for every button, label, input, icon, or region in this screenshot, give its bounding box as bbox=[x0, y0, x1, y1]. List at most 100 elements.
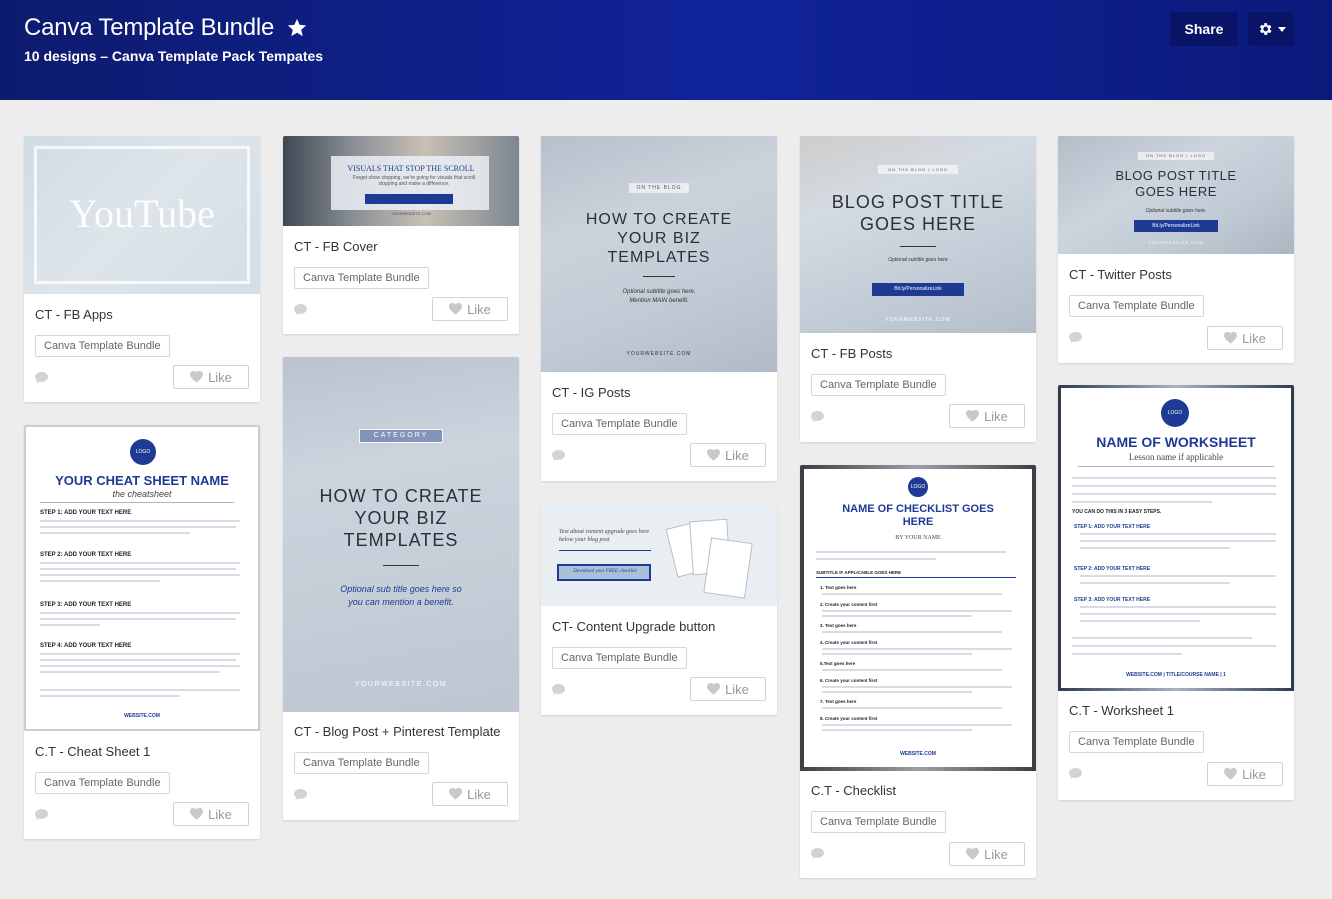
heart-icon bbox=[1224, 768, 1238, 780]
thumbnail-heading: HOW TO CREATE YOUR BIZ TEMPLATES bbox=[319, 486, 483, 550]
like-button[interactable]: Like bbox=[949, 842, 1025, 866]
tag-chip[interactable]: Canva Template Bundle bbox=[811, 374, 946, 396]
design-card-fb-apps[interactable]: YouTube CT - FB Apps Canva Template Bund… bbox=[24, 136, 260, 402]
comment-icon[interactable] bbox=[294, 789, 307, 800]
comment-icon[interactable] bbox=[294, 304, 307, 315]
section-rule bbox=[816, 577, 1016, 578]
text-line bbox=[559, 550, 651, 551]
like-label: Like bbox=[984, 408, 1008, 424]
like-button[interactable]: Like bbox=[949, 404, 1025, 428]
like-label: Like bbox=[1242, 766, 1266, 782]
thumbnail-heading: BLOG POST TITLE GOES HERE bbox=[1115, 168, 1237, 199]
comment-icon[interactable] bbox=[1069, 332, 1082, 343]
heart-icon bbox=[966, 848, 980, 860]
comment-icon[interactable] bbox=[1069, 768, 1082, 779]
checklist-item: 4. Create your content first bbox=[820, 640, 878, 645]
star-icon[interactable] bbox=[286, 17, 308, 39]
text-line bbox=[816, 558, 936, 560]
thumbnail-heading: VISUALS THAT STOP THE SCROLL bbox=[347, 164, 475, 173]
like-button[interactable]: Like bbox=[1207, 762, 1283, 786]
tag-chip[interactable]: Canva Template Bundle bbox=[35, 772, 170, 794]
comment-icon[interactable] bbox=[35, 372, 48, 383]
design-card-content-upgrade[interactable]: Text about content upgrade goes here bel… bbox=[541, 504, 777, 715]
thumbnail-site: WEBSITE.COM | TITLE/COURSE NAME | 1 bbox=[1126, 672, 1226, 678]
thumbnail-divider bbox=[1078, 466, 1274, 467]
thumbnail-subheading: Optional subtitle goes here bbox=[888, 257, 948, 263]
tag-chip[interactable]: Canva Template Bundle bbox=[552, 647, 687, 669]
design-card-fb-posts[interactable]: ON THE BLOG | LOGO BLOG POST TITLE GOES … bbox=[800, 136, 1036, 442]
design-card-cheat-sheet[interactable]: LOGO YOUR CHEAT SHEET NAME the cheatshee… bbox=[24, 425, 260, 839]
comment-icon[interactable] bbox=[811, 411, 824, 422]
thumbnail-link: YOURWEBSITE.COM bbox=[391, 211, 431, 216]
thumbnail[interactable]: LOGO NAME OF CHECKLIST GOES HERE BY YOUR… bbox=[800, 465, 1036, 771]
like-button[interactable]: Like bbox=[173, 802, 249, 826]
card-title[interactable]: CT - IG Posts bbox=[552, 385, 631, 400]
design-card-worksheet[interactable]: LOGO NAME OF WORKSHEET Lesson name if ap… bbox=[1058, 385, 1294, 800]
like-button[interactable]: Like bbox=[432, 782, 508, 806]
checklist-item: 7. Text goes here bbox=[820, 699, 857, 704]
tag-chip[interactable]: Canva Template Bundle bbox=[1069, 295, 1204, 317]
caret-down-icon bbox=[1277, 26, 1286, 32]
tag-chip[interactable]: Canva Template Bundle bbox=[1069, 731, 1204, 753]
settings-menu-button[interactable] bbox=[1248, 12, 1294, 46]
tag-chip[interactable]: Canva Template Bundle bbox=[294, 267, 429, 289]
thumbnail[interactable]: ON THE BLOG HOW TO CREATE YOUR BIZ TEMPL… bbox=[541, 136, 777, 372]
like-button[interactable]: Like bbox=[690, 443, 766, 467]
comment-icon[interactable] bbox=[811, 848, 824, 859]
card-title[interactable]: C.T - Worksheet 1 bbox=[1069, 703, 1174, 718]
comment-icon[interactable] bbox=[552, 450, 565, 461]
design-card-checklist[interactable]: LOGO NAME OF CHECKLIST GOES HERE BY YOUR… bbox=[800, 465, 1036, 878]
like-button[interactable]: Like bbox=[432, 297, 508, 321]
thumbnail-button-text: Download your FREE checklist bbox=[573, 569, 637, 574]
comment-icon[interactable] bbox=[552, 684, 565, 695]
thumbnail[interactable]: ON THE BLOG | LOGO BLOG POST TITLE GOES … bbox=[1058, 136, 1294, 254]
card-title[interactable]: CT- Content Upgrade button bbox=[552, 619, 715, 634]
tag-chip[interactable]: Canva Template Bundle bbox=[811, 811, 946, 833]
checklist-item: 5.Text goes here bbox=[820, 661, 856, 666]
thumbnail-heading: BLOG POST TITLE GOES HERE bbox=[831, 192, 1005, 234]
text-line bbox=[40, 526, 236, 528]
card-title[interactable]: CT - FB Cover bbox=[294, 239, 378, 254]
text-line bbox=[40, 574, 240, 576]
design-card-blog-pinterest[interactable]: CATEGORY HOW TO CREATE YOUR BIZ TEMPLATE… bbox=[283, 357, 519, 820]
design-card-fb-cover[interactable]: VISUALS THAT STOP THE SCROLL Forget show… bbox=[283, 136, 519, 334]
design-card-ig-posts[interactable]: ON THE BLOG HOW TO CREATE YOUR BIZ TEMPL… bbox=[541, 136, 777, 481]
text-line bbox=[822, 610, 1012, 612]
tag-chip[interactable]: Canva Template Bundle bbox=[35, 335, 170, 357]
tag-chip[interactable]: Canva Template Bundle bbox=[552, 413, 687, 435]
heart-icon bbox=[190, 808, 204, 820]
text-line bbox=[822, 729, 972, 731]
text-line bbox=[1072, 653, 1182, 655]
comment-icon[interactable] bbox=[35, 809, 48, 820]
card-title[interactable]: C.T - Cheat Sheet 1 bbox=[35, 744, 150, 759]
document-page bbox=[1061, 388, 1291, 688]
thumbnail[interactable]: LOGO NAME OF WORKSHEET Lesson name if ap… bbox=[1058, 385, 1294, 691]
text-line bbox=[1080, 620, 1200, 622]
text-line bbox=[1080, 613, 1276, 615]
card-title[interactable]: CT - FB Apps bbox=[35, 307, 113, 322]
text-line bbox=[40, 665, 240, 667]
text-line bbox=[822, 686, 1012, 688]
thumbnail-pill-text: ON THE BLOG bbox=[636, 185, 682, 191]
card-title[interactable]: C.T - Checklist bbox=[811, 783, 896, 798]
thumbnail[interactable]: Text about content upgrade goes here bel… bbox=[541, 504, 777, 606]
card-title[interactable]: CT - Blog Post + Pinterest Template bbox=[294, 724, 501, 739]
tag-chip[interactable]: Canva Template Bundle bbox=[294, 752, 429, 774]
like-button[interactable]: Like bbox=[690, 677, 766, 701]
card-title[interactable]: CT - FB Posts bbox=[811, 346, 892, 361]
like-button[interactable]: Like bbox=[173, 365, 249, 389]
like-button[interactable]: Like bbox=[1207, 326, 1283, 350]
text-line bbox=[822, 669, 1002, 671]
text-line bbox=[822, 593, 1002, 595]
thumbnail[interactable]: YouTube bbox=[24, 136, 260, 294]
thumbnail[interactable]: ON THE BLOG | LOGO BLOG POST TITLE GOES … bbox=[800, 136, 1036, 333]
thumbnail-divider bbox=[40, 502, 234, 503]
thumbnail[interactable]: LOGO YOUR CHEAT SHEET NAME the cheatshee… bbox=[24, 425, 260, 731]
card-title[interactable]: CT - Twitter Posts bbox=[1069, 267, 1172, 282]
design-card-twitter-posts[interactable]: ON THE BLOG | LOGO BLOG POST TITLE GOES … bbox=[1058, 136, 1294, 363]
thumbnail-subheading: Optional subtitle goes here. bbox=[1145, 208, 1207, 214]
thumbnail[interactable]: VISUALS THAT STOP THE SCROLL Forget show… bbox=[283, 136, 519, 226]
thumbnail[interactable]: CATEGORY HOW TO CREATE YOUR BIZ TEMPLATE… bbox=[283, 357, 519, 712]
page-title: Canva Template Bundle bbox=[24, 14, 275, 41]
share-button[interactable]: Share bbox=[1170, 12, 1238, 46]
